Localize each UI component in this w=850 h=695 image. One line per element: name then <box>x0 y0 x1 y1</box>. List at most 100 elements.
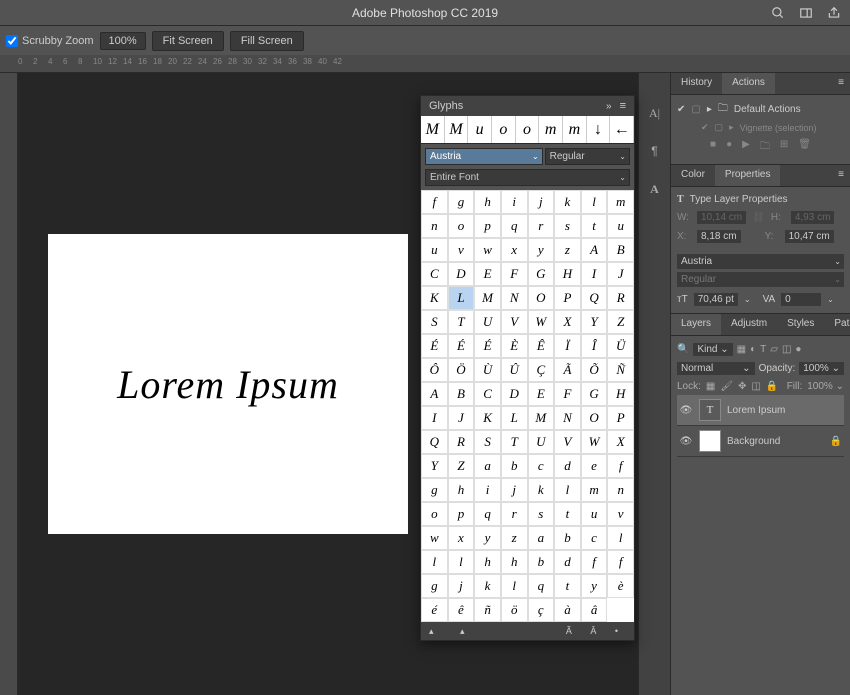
glyph-cell[interactable]: f <box>607 454 634 478</box>
character-panel-icon[interactable]: A| <box>645 103 665 123</box>
glyph-cell[interactable]: É <box>421 334 448 358</box>
glyph-cell[interactable]: c <box>528 454 555 478</box>
glyph-cell[interactable]: Z <box>607 310 634 334</box>
glyph-cell[interactable]: Ï <box>554 334 581 358</box>
zoom-value[interactable]: 100% <box>100 32 146 50</box>
glyph-cell[interactable]: E <box>528 382 555 406</box>
lock-artboard-icon[interactable]: ◫ <box>751 381 760 392</box>
glyphs-panel[interactable]: Glyphs » ≡ MMuoomm↓← Austria⌄ Regular⌄ E… <box>420 95 635 641</box>
glyph-cell[interactable]: ñ <box>474 598 501 622</box>
glyph-cell[interactable]: Ô <box>421 358 448 382</box>
glyph-cell[interactable]: y <box>474 526 501 550</box>
glyph-cell[interactable]: e <box>581 454 608 478</box>
glyph-cell[interactable]: v <box>607 502 634 526</box>
glyph-cell[interactable]: D <box>448 262 475 286</box>
glyph-cell[interactable]: à <box>554 598 581 622</box>
tab-history[interactable]: History <box>671 73 722 94</box>
glyph-cell[interactable]: P <box>607 406 634 430</box>
glyph-recent-cell[interactable]: o <box>516 116 540 143</box>
fill-value[interactable]: 100% ⌄ <box>807 381 844 392</box>
glyph-cell[interactable]: ê <box>448 598 475 622</box>
glyph-cell[interactable]: V <box>501 310 528 334</box>
glyph-cell[interactable]: l <box>607 526 634 550</box>
glyph-cell[interactable]: b <box>554 526 581 550</box>
canvas-text[interactable]: Lorem Ipsum <box>117 361 339 408</box>
filter-shape-icon[interactable]: ▱ <box>770 344 778 355</box>
layer-name[interactable]: Background <box>727 436 780 447</box>
glyphs-zoom-controls[interactable]: Ã Â • <box>566 626 626 636</box>
glyph-cell[interactable]: x <box>448 526 475 550</box>
glyphs-zoom-slider[interactable]: ▴ ▴ <box>429 626 477 637</box>
tab-color[interactable]: Color <box>671 165 715 186</box>
glyph-cell[interactable]: l <box>581 190 608 214</box>
glyph-cell[interactable]: É <box>474 334 501 358</box>
glyph-cell[interactable]: f <box>607 550 634 574</box>
glyph-cell[interactable]: F <box>554 382 581 406</box>
y-value[interactable]: 10,47 cm <box>785 230 834 243</box>
glyph-cell[interactable]: q <box>501 214 528 238</box>
glyph-cell[interactable]: U <box>528 430 555 454</box>
glyph-cell[interactable]: j <box>448 574 475 598</box>
glyph-recent-cell[interactable]: m <box>563 116 587 143</box>
glyph-cell[interactable]: P <box>554 286 581 310</box>
glyph-cell[interactable]: m <box>581 478 608 502</box>
glyph-cell[interactable]: g <box>448 190 475 214</box>
tab-adjustments[interactable]: Adjustm <box>721 314 777 335</box>
font-family-select[interactable]: Austria⌄ <box>677 254 844 269</box>
glyph-cell[interactable]: R <box>448 430 475 454</box>
glyph-cell[interactable]: N <box>501 286 528 310</box>
glyph-cell[interactable]: T <box>448 310 475 334</box>
glyph-cell[interactable]: G <box>581 382 608 406</box>
glyph-recent-cell[interactable]: M <box>421 116 445 143</box>
layer-row[interactable]: 👁TLorem Ipsum <box>677 395 844 426</box>
glyph-cell[interactable]: l <box>448 550 475 574</box>
glyph-cell[interactable]: u <box>421 238 448 262</box>
canvas[interactable]: Lorem Ipsum <box>48 234 408 534</box>
glyphs-style-select[interactable]: Regular⌄ <box>545 148 630 165</box>
glyph-cell[interactable]: A <box>581 238 608 262</box>
glyph-cell[interactable]: K <box>474 406 501 430</box>
glyph-cell[interactable]: w <box>421 526 448 550</box>
layer-row[interactable]: 👁Background🔒 <box>677 426 844 457</box>
glyph-cell[interactable]: t <box>554 502 581 526</box>
tab-properties[interactable]: Properties <box>715 165 781 186</box>
filter-type-icon[interactable]: T <box>760 344 766 355</box>
scrubby-zoom-checkbox[interactable] <box>6 35 18 47</box>
glyph-cell[interactable]: g <box>421 574 448 598</box>
tab-actions[interactable]: Actions <box>722 73 775 94</box>
glyph-cell[interactable]: d <box>554 454 581 478</box>
glyph-cell[interactable]: Ù <box>474 358 501 382</box>
tab-styles[interactable]: Styles <box>777 314 824 335</box>
glyphs-header[interactable]: Glyphs » ≡ <box>421 96 634 116</box>
glyph-cell[interactable]: m <box>607 190 634 214</box>
layer-thumbnail[interactable] <box>699 430 721 452</box>
glyph-cell[interactable]: ö <box>501 598 528 622</box>
lock-transparency-icon[interactable]: ▦ <box>706 381 715 392</box>
glyph-cell[interactable]: Õ <box>581 358 608 382</box>
glyph-cell[interactable]: d <box>554 550 581 574</box>
glyph-cell[interactable]: H <box>554 262 581 286</box>
glyph-cell[interactable]: J <box>448 406 475 430</box>
actions-menu-icon[interactable]: ≡ <box>832 73 850 94</box>
layer-visibility-icon[interactable]: 👁 <box>679 405 693 416</box>
x-value[interactable]: 8,18 cm <box>697 230 741 243</box>
glyph-cell[interactable]: M <box>474 286 501 310</box>
lock-pixels-icon[interactable]: 🖌 <box>720 381 733 392</box>
glyph-cell[interactable]: G <box>528 262 555 286</box>
glyph-cell[interactable]: r <box>528 214 555 238</box>
fit-screen-button[interactable]: Fit Screen <box>152 31 224 51</box>
glyph-cell[interactable]: z <box>501 526 528 550</box>
filter-smart-icon[interactable]: ◫ <box>782 344 791 355</box>
glyph-cell[interactable]: k <box>528 478 555 502</box>
glyph-cell[interactable]: f <box>581 550 608 574</box>
new-action-icon[interactable]: ⊞ <box>780 139 788 156</box>
properties-menu-icon[interactable]: ≡ <box>832 165 850 186</box>
glyph-cell[interactable]: Ö <box>448 358 475 382</box>
glyph-cell[interactable]: V <box>554 430 581 454</box>
glyph-cell[interactable]: R <box>607 286 634 310</box>
glyph-cell[interactable]: i <box>474 478 501 502</box>
glyph-cell[interactable]: Î <box>581 334 608 358</box>
glyph-cell[interactable]: L <box>448 286 475 310</box>
search-icon[interactable]: 🔍 <box>677 344 689 355</box>
glyph-cell[interactable]: r <box>501 502 528 526</box>
